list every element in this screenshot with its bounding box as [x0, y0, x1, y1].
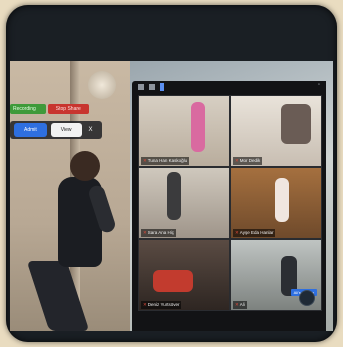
recording-bar: Recording Stop Share: [10, 103, 89, 115]
more-options-icon[interactable]: [299, 290, 315, 306]
wall-clock: [88, 71, 116, 99]
participant-name: ✕Sara Ana Hiç: [141, 229, 177, 237]
participant-tile[interactable]: Ali's screen ✕Ali: [230, 239, 322, 311]
participant-name: ✕Tuna Han Kaskoğlu: [141, 157, 190, 165]
mic-muted-icon: ✕: [143, 158, 147, 163]
participant-name: ✕Mor Dedik: [233, 157, 263, 165]
mic-muted-icon: ✕: [143, 230, 147, 235]
gallery-window: ▫ ✕Tuna Han Kaskoğlu ✕Mor Dedik ✕Sara An…: [132, 81, 326, 331]
recording-label: Recording: [10, 104, 46, 114]
child-figure: [26, 151, 118, 331]
gallery-view-icon[interactable]: [160, 83, 164, 91]
photo-frame: Recording Stop Share Admit View X ▫ ✕Tun…: [6, 5, 337, 342]
mic-muted-icon: ✕: [143, 302, 147, 307]
participant-tile[interactable]: ✕Deniz Yurtsöver: [138, 239, 230, 311]
window-close-icon[interactable]: ▫: [318, 82, 320, 88]
mic-muted-icon: ✕: [235, 230, 239, 235]
participant-tile[interactable]: ✕Mor Dedik: [230, 95, 322, 167]
admit-button[interactable]: Admit: [14, 123, 47, 137]
close-icon[interactable]: X: [86, 127, 96, 133]
mic-muted-icon: ✕: [235, 158, 239, 163]
view-button[interactable]: View: [50, 123, 82, 137]
participant-name: ✕Ali: [233, 301, 247, 309]
waiting-room-actions: Admit View X: [10, 121, 102, 139]
monitor-screen: Recording Stop Share Admit View X ▫ ✕Tun…: [10, 61, 333, 331]
participant-name: ✕Deniz Yurtsöver: [141, 301, 182, 309]
minimize-icon[interactable]: [138, 84, 144, 90]
stop-share-button[interactable]: Stop Share: [47, 104, 89, 114]
grid-view-icon[interactable]: [149, 84, 155, 90]
mic-muted-icon: ✕: [235, 302, 239, 307]
participant-tile[interactable]: ✕Sara Ana Hiç: [138, 167, 230, 239]
participant-name: ✕Ayşe Eda Hanlar: [233, 229, 276, 237]
view-mode-switcher[interactable]: [138, 83, 164, 91]
participant-tile[interactable]: ✕Ayşe Eda Hanlar: [230, 167, 322, 239]
participant-tile[interactable]: ✕Tuna Han Kaskoğlu: [138, 95, 230, 167]
